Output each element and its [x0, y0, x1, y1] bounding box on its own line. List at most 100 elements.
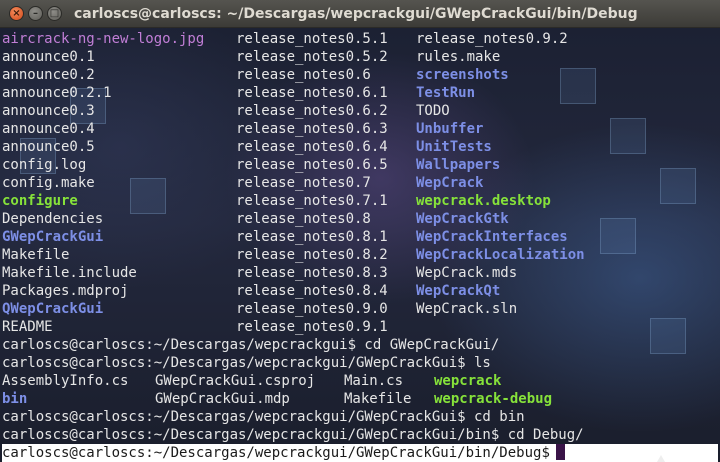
terminal-line: Packages.mdproj release_notes0.8.4 WepCrac…: [2, 282, 718, 300]
terminal-line: config.log release_notes0.6.5 Wallpapers: [2, 156, 718, 174]
ls-entry-file: README: [2, 319, 53, 335]
ls-entry-file: AssemblyInfo.cs: [2, 373, 129, 389]
terminal-line: aircrack-ng-new-logo.jpg release_notes0.5…: [2, 30, 718, 48]
ls-entry-exec: wepcrack: [434, 373, 502, 389]
minimize-button[interactable]: –: [28, 6, 43, 21]
ls-entry-dir: WepCrackInterfaces: [416, 229, 568, 245]
ls-entry-file: announce0.1: [2, 49, 95, 65]
terminal-area[interactable]: aircrack-ng-new-logo.jpg release_notes0.5…: [0, 28, 720, 462]
terminal-line: Makefile.include release_notes0.8.3 WepCra…: [2, 264, 718, 282]
ls-entry-file: release_notes0.6.1: [236, 85, 388, 101]
ls-entry-exec: wepcrack.desktop: [416, 193, 551, 209]
maximize-button[interactable]: □: [47, 6, 62, 21]
ls-entry-file: WepCrack.mds: [416, 265, 518, 281]
ls-entry-dir: TestRun: [416, 85, 476, 101]
terminal-line: announce0.1 release_notes0.5.2 rules.make: [2, 48, 718, 66]
ls-entry-file: release_notes0.6.5: [236, 157, 388, 173]
ls-entry-file: Main.cs: [344, 373, 404, 389]
terminal-line: Makefile release_notes0.8.2 WepCrackLocali…: [2, 246, 718, 264]
ls-entry-file: Makefile.include: [2, 265, 137, 281]
command-text: carloscs@carloscs:~/Descargas/wepcrackgu…: [2, 427, 584, 443]
ls-entry-file: release_notes0.6.3: [236, 121, 388, 137]
terminal-line: carloscs@carloscs:~/Descargas/wepcrackgu…: [2, 336, 718, 354]
ls-entry-file: release_notes0.6.2: [236, 103, 388, 119]
minimize-icon: –: [33, 7, 38, 19]
title-bar[interactable]: × – □ carloscs@carloscs: ~/Descargas/wep…: [0, 0, 720, 28]
terminal-line: GWepCrackGui release_notes0.8.1 WepCrackIn…: [2, 228, 718, 246]
ls-entry-file: Makefile: [344, 391, 412, 407]
ls-entry-file: TODO: [416, 103, 450, 119]
ls-entry-file: release_notes0.6.4: [236, 139, 388, 155]
ls-entry-file: release_notes0.9.0: [236, 301, 388, 317]
terminal-line: QWepCrackGui release_notes0.9.0 WepCrack.s…: [2, 300, 718, 318]
ls-entry-dir: screenshots: [416, 67, 509, 83]
ls-entry-file: release_notes0.8.3: [236, 265, 388, 281]
ls-entry-dir: WepCrackLocalization: [416, 247, 585, 263]
ls-entry-dir: Unbuffer: [416, 121, 484, 137]
ls-entry-file: release_notes0.5.1: [236, 31, 388, 47]
terminal-window: × – □ carloscs@carloscs: ~/Descargas/wep…: [0, 0, 720, 462]
terminal-line: carloscs@carloscs:~/Descargas/wepcrackgu…: [2, 408, 718, 426]
ls-entry-file: release_notes0.5.2: [236, 49, 388, 65]
mouse-pointer-icon: [657, 455, 665, 462]
window-title: carloscs@carloscs: ~/Descargas/wepcrackg…: [74, 6, 638, 22]
ls-entry-file: release_notes0.7.1: [236, 193, 388, 209]
terminal-line: announce0.2 release_notes0.6 screenshots: [2, 66, 718, 84]
ls-entry-file: GWepCrackGui.csproj: [155, 373, 316, 389]
ls-entry-file: rules.make: [416, 49, 501, 65]
terminal-line: bin GWepCrackGui.mdp Makefile wepcrack-debu…: [2, 390, 718, 408]
ls-entry-file: Dependencies: [2, 211, 104, 227]
ls-entry-dir: WepCrackGtk: [416, 211, 509, 227]
terminal-line: config.make release_notes0.7 WepCrack: [2, 174, 718, 192]
terminal-line: Dependencies release_notes0.8 WepCrackGtk: [2, 210, 718, 228]
ls-entry-dir: WepCrackQt: [416, 283, 501, 299]
close-icon: ×: [12, 7, 21, 19]
ls-entry-image: aircrack-ng-new-logo.jpg: [2, 31, 205, 47]
terminal-line: carloscs@carloscs:~/Descargas/wepcrackgu…: [2, 426, 718, 444]
ls-entry-file: Packages.mdproj: [2, 283, 129, 299]
ls-entry-file: announce0.2: [2, 67, 95, 83]
terminal-line: announce0.2.1 release_notes0.6.1 TestRun: [2, 84, 718, 102]
ls-entry-exec: wepcrack-debug: [434, 391, 553, 407]
ls-entry-dir: UnitTests: [416, 139, 492, 155]
command-text: carloscs@carloscs:~/Descargas/wepcrackgu…: [2, 337, 500, 353]
ls-entry-file: config.make: [2, 175, 95, 191]
current-prompt-line: carloscs@carloscs:~/Descargas/wepcrackgu…: [2, 444, 718, 462]
maximize-icon: □: [49, 7, 60, 19]
command-text: carloscs@carloscs:~/Descargas/wepcrackgu…: [2, 409, 525, 425]
terminal-line: carloscs@carloscs:~/Descargas/wepcrackgu…: [2, 354, 718, 372]
ls-entry-exec: configure: [2, 193, 78, 209]
command-text: carloscs@carloscs:~/Descargas/wepcrackgu…: [2, 355, 491, 371]
command-text: carloscs@carloscs:~/Descargas/wepcrackgu…: [2, 445, 550, 461]
terminal-line: configure release_notes0.7.1 wepcrack.desk…: [2, 192, 718, 210]
close-button[interactable]: ×: [9, 6, 24, 21]
ls-entry-file: announce0.4: [2, 121, 95, 137]
terminal-line: README release_notes0.9.1: [2, 318, 718, 336]
ls-entry-dir: GWepCrackGui: [2, 229, 104, 245]
text-cursor: [555, 444, 565, 460]
ls-entry-dir: Wallpapers: [416, 157, 501, 173]
terminal-line: announce0.4 release_notes0.6.3 Unbuffer: [2, 120, 718, 138]
ls-entry-file: release_notes0.6: [236, 67, 371, 83]
ls-entry-dir: bin: [2, 391, 28, 407]
ls-entry-file: Makefile: [2, 247, 70, 263]
ls-entry-file: WepCrack.sln: [416, 301, 518, 317]
ls-entry-file: announce0.5: [2, 139, 95, 155]
ls-entry-file: GWepCrackGui.mdp: [155, 391, 290, 407]
terminal-line: announce0.5 release_notes0.6.4 UnitTests: [2, 138, 718, 156]
ls-entry-file: announce0.3: [2, 103, 95, 119]
terminal-line: announce0.3 release_notes0.6.2 TODO: [2, 102, 718, 120]
terminal-output: aircrack-ng-new-logo.jpg release_notes0.5…: [2, 30, 718, 462]
ls-entry-file: release_notes0.9.2: [416, 31, 568, 47]
ls-entry-file: release_notes0.8.4: [236, 283, 388, 299]
ls-entry-dir: QWepCrackGui: [2, 301, 104, 317]
ls-entry-file: announce0.2.1: [2, 85, 112, 101]
ls-entry-dir: WepCrack: [416, 175, 484, 191]
ls-entry-file: release_notes0.9.1: [236, 319, 388, 335]
ls-entry-file: release_notes0.7: [236, 175, 371, 191]
terminal-line: AssemblyInfo.cs GWepCrackGui.csproj Main.c…: [2, 372, 718, 390]
ls-entry-file: release_notes0.8.1: [236, 229, 388, 245]
ls-entry-file: config.log: [2, 157, 87, 173]
ls-entry-file: release_notes0.8.2: [236, 247, 388, 263]
ls-entry-file: release_notes0.8: [236, 211, 371, 227]
